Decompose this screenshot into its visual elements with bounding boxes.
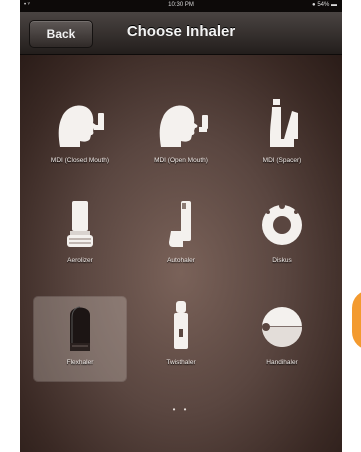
inhaler-option-mdi-spacer[interactable]: MDI (Spacer) (236, 95, 328, 175)
item-label: MDI (Spacer) (262, 157, 302, 164)
autohaler-icon (169, 201, 191, 247)
status-bar: • ᵛ 10:30 PM ● 54% ▬ (20, 0, 342, 12)
item-label: MDI (Open Mouth) (154, 157, 208, 164)
handihaler-icon (262, 307, 302, 347)
page-title: Choose Inhaler (126, 23, 236, 40)
inhaler-option-mdi-closed[interactable]: MDI (Closed Mouth) (34, 95, 126, 175)
inhaler-option-flexhaler[interactable]: Flexhaler (34, 297, 126, 381)
inhaler-option-twisthaler[interactable]: Twisthaler (135, 297, 227, 377)
item-label: Handihaler (266, 359, 298, 366)
inhaler-option-diskus[interactable]: Diskus (236, 195, 328, 275)
item-label: Aerolizer (67, 257, 93, 264)
battery-indicator: ● 54% ▬ (312, 2, 337, 8)
item-label: Flexhaler (66, 359, 94, 366)
inhaler-option-aerolizer[interactable]: Aerolizer (34, 195, 126, 275)
inhaler-picker: MDI (Closed Mouth) MDI (Open Mouth) MDI … (20, 55, 342, 452)
item-label: Diskus (272, 257, 292, 264)
item-label: Twisthaler (166, 359, 196, 366)
navigation-bar: Back Choose Inhaler (20, 12, 342, 55)
status-time: 10:30 PM (168, 2, 194, 8)
flexhaler-icon (70, 306, 90, 351)
mdi-closed-mouth-icon (58, 105, 104, 147)
diskus-icon (262, 203, 302, 245)
inhaler-option-autohaler[interactable]: Autohaler (135, 195, 227, 275)
mdi-open-mouth-icon (159, 105, 208, 147)
inhaler-option-mdi-open[interactable]: MDI (Open Mouth) (135, 95, 227, 175)
side-tab (352, 290, 361, 350)
device-screen: • ᵛ 10:30 PM ● 54% ▬ Back Choose Inhaler… (20, 0, 342, 452)
inhaler-grid: MDI (Closed Mouth) MDI (Open Mouth) MDI … (20, 55, 342, 452)
page-indicator: • • (172, 405, 190, 414)
item-label: MDI (Closed Mouth) (50, 157, 110, 164)
item-label: Autohaler (167, 257, 195, 264)
mdi-spacer-icon (270, 99, 298, 147)
inhaler-option-handihaler[interactable]: Handihaler (236, 297, 328, 377)
aerolizer-icon (67, 201, 93, 247)
twisthaler-icon (174, 301, 188, 349)
